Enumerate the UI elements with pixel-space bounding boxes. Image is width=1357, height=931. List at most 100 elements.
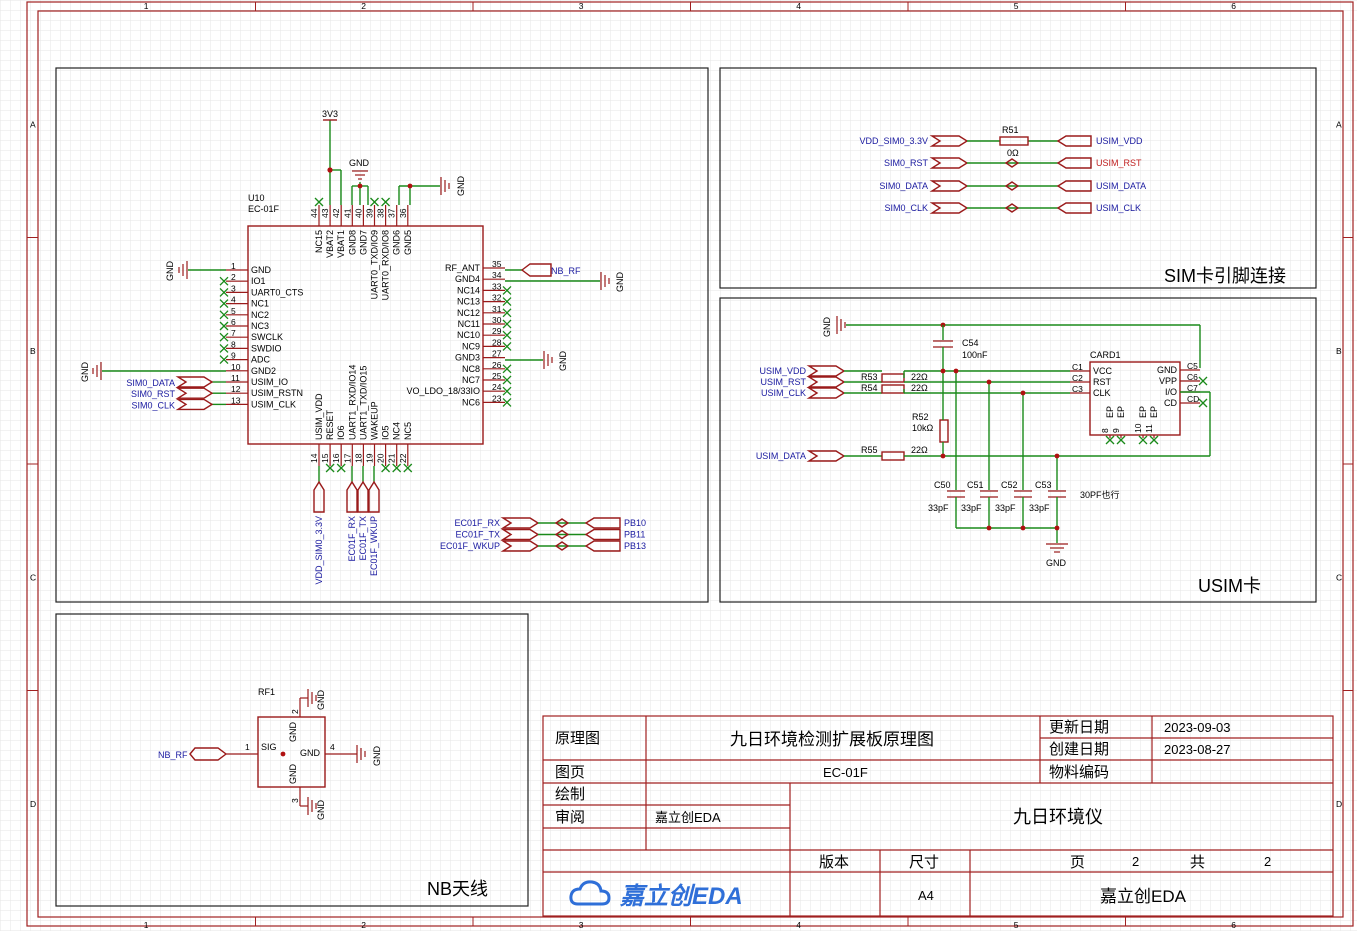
ec01f-top-pin-num: 41 [342, 208, 352, 218]
gnd-label-top-right: GND [456, 176, 466, 197]
card-bottom-pin-num: 8 [1100, 428, 1110, 433]
r52-ref: R52 [912, 412, 929, 422]
zone-number-bottom: 2 [361, 920, 366, 930]
sim-link-right-label: USIM_CLK [1096, 203, 1141, 213]
ec01f-left-pin-name: UART0_CTS [251, 287, 303, 297]
gnd-label-right-1: GND [615, 272, 625, 293]
usim-gnd-top: GND [822, 317, 832, 338]
ec01f-bottom-pin-num: 21 [387, 453, 397, 463]
gnd-label-left-1: GND [165, 261, 175, 282]
ec01f-top-pin-num: 40 [353, 208, 363, 218]
ec01f-right-pin-num: 29 [492, 326, 502, 336]
ec01f-bottom-pin-name: USIM_VDD [314, 393, 324, 440]
tb-label-schematic: 原理图 [555, 730, 600, 747]
ec01f-bottom-pin-num: 19 [365, 453, 375, 463]
tb-label-drawn: 绘制 [555, 786, 585, 803]
ec01f-top-pin-name: VBAT1 [336, 230, 346, 258]
ec01f-bottom-pin-num: 17 [342, 453, 352, 463]
ec01f-ref: U10 [248, 193, 265, 203]
ec01f-left-pin-name: USIM_IO [251, 377, 288, 387]
ec01f-right-pin-num: 24 [492, 382, 502, 392]
bottom-net-label: VDD_SIM0_3.3V [314, 516, 324, 585]
schematic-sheet: 112233445566A AB BC CD D U10 EC-01F 1 GND2 IO1… [0, 0, 1357, 931]
ec01f-left-pin-num: 13 [231, 395, 241, 405]
sim-link-left-label: SIM0_RST [884, 158, 929, 168]
panel-title-sim-pins: SIM卡引脚连接 [1164, 266, 1286, 286]
sim-link-right-label: USIM_VDD [1096, 136, 1143, 146]
tb-label-version: 版本 [819, 854, 849, 871]
bridge-right-label: PB11 [624, 530, 645, 540]
r53-value: 22Ω [911, 372, 928, 382]
sim0-net-label: SIM0_DATA [126, 378, 175, 388]
sim-link-right-label: USIM_RST [1096, 158, 1142, 168]
rf1-pin-1-num: 1 [245, 742, 250, 752]
tb-create-date: 2023-08-27 [1164, 742, 1231, 757]
ec01f-bottom-pin-num: 22 [398, 453, 408, 463]
usim-input-label: USIM_RST [760, 377, 806, 387]
ec01f-value: EC-01F [248, 204, 280, 214]
ec01f-right-pin-name: NC9 [462, 341, 480, 351]
ec01f-right-pin-name: NC8 [462, 364, 480, 374]
ec01f-top-pin-name: VBAT2 [325, 230, 335, 258]
ec01f-right-pin-num: 28 [492, 337, 502, 347]
bridge-right-label: PB10 [624, 518, 646, 528]
bridge-left-label: EC01F_WKUP [440, 541, 500, 551]
ec01f-bottom-pin-name: IO6 [336, 425, 346, 440]
zone-letter-right: B [1336, 346, 1342, 356]
ec01f-top-pin-num: 39 [365, 208, 375, 218]
zone-number-top: 1 [144, 1, 149, 11]
ec01f-bottom-pin-num: 14 [309, 453, 319, 463]
tb-label-total: 共 [1190, 854, 1205, 871]
rf1-ref: RF1 [258, 687, 275, 697]
cap-ref: C50 [934, 480, 951, 490]
r51-value: 0Ω [1007, 148, 1019, 158]
rf1-pin-2-num: 2 [290, 709, 300, 714]
zone-number-bottom: 4 [796, 920, 801, 930]
card-left-pin-num: C2 [1072, 373, 1083, 383]
ec01f-left-pin-num: 6 [231, 317, 236, 327]
tb-label-reviewed: 审阅 [555, 809, 585, 826]
ec01f-top-pin-name: UART0_TXD/IO9 [370, 230, 380, 299]
ec01f-left-pin-num: 5 [231, 306, 236, 316]
c54-value: 100nF [962, 350, 988, 360]
ec01f-right-pin-name: NC13 [457, 297, 480, 307]
ec01f-right-pin-num: 31 [492, 304, 502, 314]
zone-number-top: 4 [796, 1, 801, 11]
antenna-net: NB_RF [158, 750, 188, 760]
zone-letter-left: B [30, 346, 36, 356]
zone-letter-left: D [30, 799, 36, 809]
card-left-pin-num: C1 [1072, 362, 1083, 372]
ec01f-left-pin-num: 7 [231, 328, 236, 338]
bottom-net-label: EC01F_TX [358, 516, 368, 561]
ec01f-top-pin-num: 36 [398, 208, 408, 218]
caps-note: 30PF也行 [1080, 489, 1120, 500]
rf1-pin-4-num: 4 [330, 742, 335, 752]
ec01f-bottom-pin-num: 15 [320, 453, 330, 463]
ec01f-top-pin-name: NC15 [314, 230, 324, 253]
tb-label-create: 创建日期 [1049, 741, 1109, 758]
zone-letter-left: A [30, 119, 36, 129]
card-bottom-pin-name: EP [1105, 406, 1115, 418]
sim0-net-label: SIM0_CLK [131, 400, 175, 410]
panel-title-usim: USIM卡 [1198, 576, 1261, 596]
ec01f-right-pin-name: NC11 [458, 319, 480, 329]
ec01f-right-pin-name: GND4 [455, 274, 480, 284]
sim-link-left-label: VDD_SIM0_3.3V [859, 136, 928, 146]
tb-footer: 嘉立创EDA [1100, 887, 1187, 906]
power-3v3-label: 3V3 [322, 109, 338, 119]
ec01f-left-pin-num: 11 [231, 373, 240, 383]
ec01f-left-pin-num: 3 [231, 283, 236, 293]
ec01f-right-pin-num: 27 [492, 349, 502, 359]
tb-page-name: EC-01F [823, 765, 868, 780]
card-left-pin-num: C3 [1072, 384, 1083, 394]
ec01f-left-pin-num: 1 [231, 261, 236, 271]
cap-ref: C53 [1035, 480, 1052, 490]
card-right-pin-name: VPP [1159, 376, 1177, 386]
ec01f-bottom-pin-name: NC4 [392, 422, 402, 440]
ec01f-left-pin-name: IO1 [251, 276, 266, 286]
card-bottom-pin-name: EP [1138, 406, 1148, 418]
gnd-label-left-2: GND [80, 362, 90, 383]
tb-label-size: 尺寸 [909, 854, 939, 871]
zone-letter-right: C [1336, 572, 1342, 582]
rf-net-label: NB_RF [551, 266, 581, 276]
